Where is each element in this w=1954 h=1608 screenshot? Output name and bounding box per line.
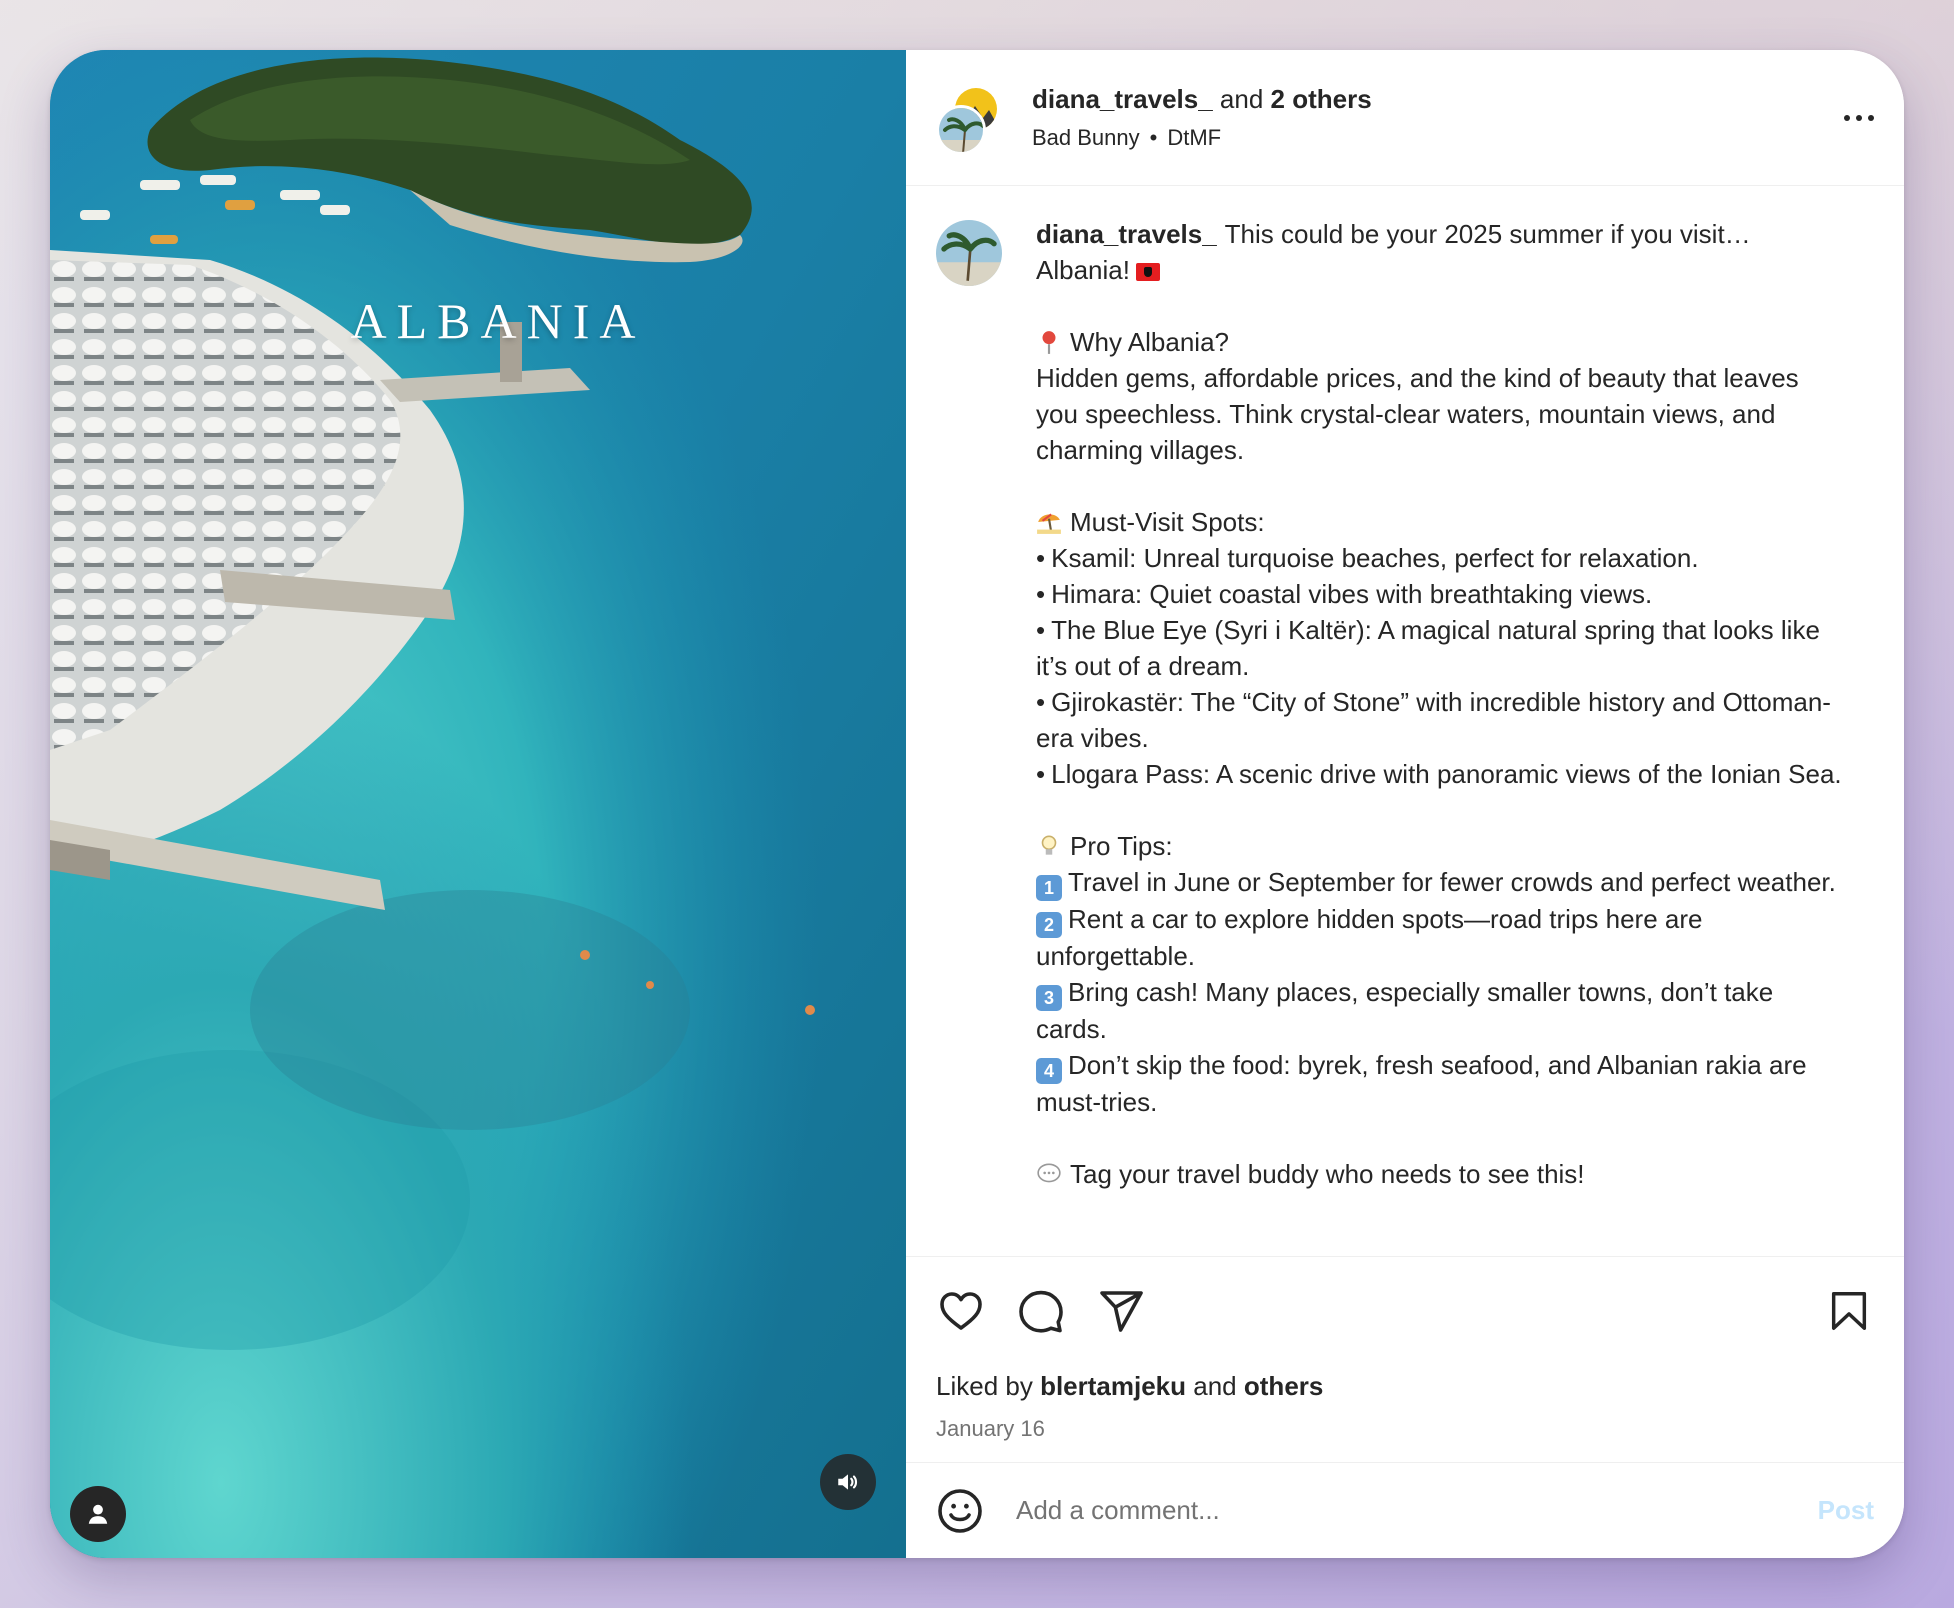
spot-text: Himara: Quiet coastal vibes with breatht… bbox=[1051, 579, 1653, 609]
bookmark-icon bbox=[1831, 1292, 1867, 1330]
pin-icon bbox=[1042, 331, 1056, 354]
keycap-3-icon: 3 bbox=[1036, 985, 1062, 1011]
tip-text: Don’t skip the food: byrek, fresh seafoo… bbox=[1036, 1050, 1807, 1117]
post-header: diana_travels_ and 2 others Bad Bunny • Dt… bbox=[906, 50, 1904, 186]
header-authors: diana_travels_ and 2 others bbox=[1032, 84, 1814, 115]
caption-username[interactable]: diana_travels_ bbox=[1036, 219, 1217, 249]
bullet: • bbox=[1036, 579, 1046, 609]
keycap-4-icon: 4 bbox=[1036, 1058, 1062, 1084]
post-date[interactable]: January 16 bbox=[936, 1416, 1874, 1442]
author-username[interactable]: diana_travels_ bbox=[1032, 84, 1213, 114]
keycap-1-icon: 1 bbox=[1036, 875, 1062, 901]
post-details: diana_travels_ and 2 others Bad Bunny • Dt… bbox=[906, 50, 1904, 1558]
caption-text: diana_travels_ This could be your 2025 su… bbox=[1036, 216, 1844, 1256]
spot-item: • Himara: Quiet coastal vibes with breath… bbox=[1036, 576, 1844, 612]
spots-heading: Must-Visit Spots: bbox=[1070, 507, 1265, 537]
spot-item: • Ksamil: Unreal turquoise beaches, perfe… bbox=[1036, 540, 1844, 576]
post-modal: ALBANIA diana_travels_ and 2 others Bad … bbox=[50, 50, 1904, 1558]
mute-button[interactable] bbox=[820, 1454, 876, 1510]
comment-button[interactable] bbox=[1016, 1286, 1066, 1336]
audio-separator: • bbox=[1149, 125, 1158, 150]
spot-text: The Blue Eye (Syri i Kaltër): A magical … bbox=[1036, 615, 1820, 681]
bullet: • bbox=[1036, 543, 1046, 573]
tip-item: 1 Travel in June or September for fewer c… bbox=[1036, 864, 1844, 901]
liked-by-user-link[interactable]: blertamjeku bbox=[1040, 1371, 1186, 1401]
liked-by: Liked by blertamjeku and others bbox=[936, 1371, 1874, 1402]
keycap-2-icon: 2 bbox=[1036, 912, 1062, 938]
caption-author-avatar[interactable] bbox=[936, 220, 1002, 286]
user-icon bbox=[88, 1504, 108, 1524]
bullet: • bbox=[1036, 759, 1046, 789]
tip-text: Bring cash! Many places, especially smal… bbox=[1036, 977, 1774, 1044]
spot-item: • Gjirokastër: The “City of Stone” with i… bbox=[1036, 684, 1844, 756]
speaker-icon bbox=[838, 1474, 858, 1490]
comment-bar: Post bbox=[906, 1462, 1904, 1558]
collab-avatars[interactable] bbox=[936, 84, 1002, 155]
others-link[interactable]: 2 others bbox=[1271, 84, 1372, 114]
author-avatar[interactable] bbox=[936, 104, 986, 155]
more-options-button[interactable] bbox=[1814, 98, 1874, 138]
spot-text: Llogara Pass: A scenic drive with panora… bbox=[1051, 759, 1842, 789]
tip-item: 2 Rent a car to explore hidden spots—road… bbox=[1036, 901, 1844, 974]
closing-line: Tag your travel buddy who needs to see t… bbox=[1070, 1159, 1585, 1189]
beach-umbrella-icon bbox=[1037, 513, 1061, 534]
send-icon bbox=[1100, 1291, 1143, 1332]
why-body: Hidden gems, affordable prices, and the … bbox=[1036, 363, 1799, 465]
spot-item: • The Blue Eye (Syri i Kaltër): A magical… bbox=[1036, 612, 1844, 684]
tagged-users-button[interactable] bbox=[70, 1486, 126, 1542]
beach-aerial-image bbox=[50, 50, 906, 1558]
speech-bubble-icon bbox=[1037, 1163, 1061, 1183]
liked-by-others-link[interactable]: others bbox=[1244, 1371, 1323, 1401]
albania-flag-icon bbox=[1135, 263, 1160, 281]
bullet: • bbox=[1036, 687, 1046, 717]
like-button[interactable] bbox=[936, 1286, 986, 1336]
lightbulb-icon bbox=[1041, 835, 1057, 855]
more-dot bbox=[1856, 114, 1862, 121]
liked-by-prefix: Liked by bbox=[936, 1371, 1033, 1401]
spot-item: • Llogara Pass: A scenic drive with panor… bbox=[1036, 756, 1844, 792]
comment-input[interactable] bbox=[1016, 1495, 1818, 1526]
spot-text: Gjirokastër: The “City of Stone” with in… bbox=[1036, 687, 1831, 753]
emoji-picker-button[interactable] bbox=[936, 1487, 984, 1535]
more-dot bbox=[1868, 114, 1874, 121]
audio-track[interactable]: DtMF bbox=[1167, 125, 1221, 150]
post-comment-button[interactable]: Post bbox=[1818, 1495, 1874, 1526]
tip-item: 4 Don’t skip the food: byrek, fresh seafo… bbox=[1036, 1047, 1844, 1120]
smiley-icon bbox=[938, 1488, 982, 1533]
tip-item: 3 Bring cash! Many places, especially sma… bbox=[1036, 974, 1844, 1047]
audio-attribution[interactable]: Bad Bunny • DtMF bbox=[1032, 125, 1814, 151]
and-text: and bbox=[1219, 84, 1264, 114]
overlay-title: ALBANIA bbox=[350, 293, 646, 349]
comment-icon bbox=[1019, 1290, 1063, 1333]
reel-video[interactable]: ALBANIA bbox=[50, 50, 906, 1558]
liked-by-and: and bbox=[1193, 1371, 1237, 1401]
post-actions: Liked by blertamjeku and others January … bbox=[906, 1256, 1904, 1462]
spot-text: Ksamil: Unreal turquoise beaches, perfec… bbox=[1051, 543, 1699, 573]
tip-text: Travel in June or September for fewer cr… bbox=[1068, 867, 1836, 897]
bullet: • bbox=[1036, 615, 1046, 645]
heart-icon bbox=[940, 1292, 982, 1330]
audio-artist[interactable]: Bad Bunny bbox=[1032, 125, 1140, 150]
tips-heading: Pro Tips: bbox=[1070, 831, 1173, 861]
share-button[interactable] bbox=[1096, 1286, 1146, 1336]
why-heading: Why Albania? bbox=[1070, 327, 1229, 357]
save-button[interactable] bbox=[1824, 1286, 1874, 1336]
more-horizontal-icon bbox=[1844, 114, 1850, 121]
caption-scroll-area[interactable]: diana_travels_ This could be your 2025 su… bbox=[906, 186, 1904, 1256]
tip-text: Rent a car to explore hidden spots—road … bbox=[1036, 904, 1703, 971]
